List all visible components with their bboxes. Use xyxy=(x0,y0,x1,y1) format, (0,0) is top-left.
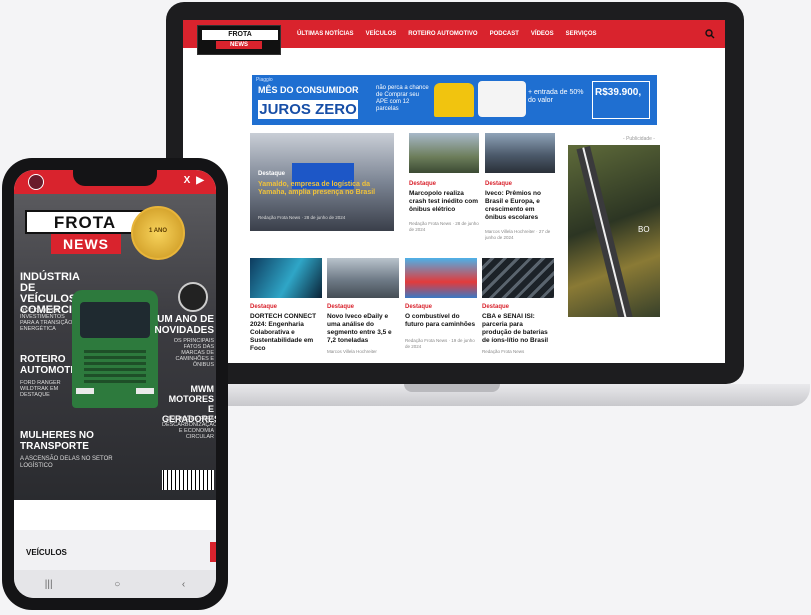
cover-headline-um-ano: UM ANO DE NOVIDADES xyxy=(154,314,214,336)
laptop-screen: ÚLTIMAS NOTÍCIAS VEÍCULOS ROTEIRO AUTOMO… xyxy=(183,20,725,363)
section-accent-bar xyxy=(210,542,216,562)
phone-frame: X ▶ FROTA NEWS 1 ANO INDÚSTRIA DE VEÍCUL… xyxy=(2,158,228,610)
article-title[interactable]: O combustível do futuro para caminhões xyxy=(405,313,477,329)
article-card[interactable]: Destaque Iveco: Prêmios no Brasil e Euro… xyxy=(485,133,555,253)
ad-text: BO xyxy=(638,225,650,234)
article-meta: Marcos Villela Hochreiter · 27 de junho … xyxy=(485,229,551,240)
phone-screen: X ▶ FROTA NEWS 1 ANO INDÚSTRIA DE VEÍCUL… xyxy=(14,170,216,598)
article-meta: Marcos Villela Hochreiter xyxy=(327,349,377,354)
featured-tag: Destaque xyxy=(258,171,286,177)
featured-title[interactable]: Yamaldo, empresa de logística da Yamaha,… xyxy=(258,181,388,197)
banner-juros-zero: JUROS ZERO xyxy=(258,100,358,119)
nav-item-roteiro-automotivo[interactable]: ROTEIRO AUTOMOTIVO xyxy=(408,31,477,37)
seal-text: 1 ANO xyxy=(148,228,168,234)
cover-barcode xyxy=(162,470,214,490)
truck-headlight xyxy=(136,388,154,394)
article-thumbnail xyxy=(485,133,555,173)
article-meta: Redação Frota News · 28 de junho de 2024 xyxy=(409,221,479,232)
banner-brand: Piaggio xyxy=(256,77,273,83)
home-icon[interactable]: ○ xyxy=(114,579,120,590)
article-tag: Destaque xyxy=(485,181,513,187)
article-card[interactable]: Destaque DORTECH CONNECT 2024: Engenhari… xyxy=(250,258,322,363)
cover-sub-um-ano: OS PRINCIPAIS FATOS DAS MARCAS DE CAMINH… xyxy=(173,338,214,368)
nav-item-videos[interactable]: VÍDEOS xyxy=(531,31,554,37)
cover-sub-mwm: SOLUÇÕES PARA DESCARBONIZAÇÃO E ECONOMIA… xyxy=(162,416,216,440)
cover-title-news: NEWS xyxy=(51,234,121,254)
phone-site-logo[interactable] xyxy=(28,174,44,190)
section-label-veiculos[interactable]: VEÍCULOS xyxy=(26,548,67,557)
article-tag: Destaque xyxy=(327,304,355,310)
social-icons: X ▶ xyxy=(184,175,204,186)
banner-headline: MÊS DO CONSUMIDOR xyxy=(258,85,359,95)
article-title[interactable]: Iveco: Prêmios no Brasil e Europa, e cre… xyxy=(485,190,555,222)
nav-item-veiculos[interactable]: VEÍCULOS xyxy=(366,31,397,37)
ad-banner-piaggio[interactable]: Piaggio MÊS DO CONSUMIDOR JUROS ZERO não… xyxy=(252,75,657,125)
featured-meta: Redação Frota News · 28 de junho de 2024 xyxy=(258,215,346,220)
article-meta: Redação Frota News xyxy=(482,349,525,354)
logo-text-news: NEWS xyxy=(216,41,262,49)
phone-section-header: VEÍCULOS xyxy=(14,530,216,570)
nav-item-servicos[interactable]: SERVIÇOS xyxy=(566,31,597,37)
logo-text-frota: FROTA xyxy=(202,30,278,40)
article-thumbnail xyxy=(482,258,554,298)
article-meta: Redação Frota News · 19 de junho de 2024 xyxy=(405,338,475,349)
youtube-icon[interactable]: ▶ xyxy=(196,175,204,186)
article-thumbnail xyxy=(250,258,322,298)
article-thumbnail xyxy=(327,258,399,298)
article-card[interactable]: Destaque CBA e SENAI ISI: parceria para … xyxy=(482,258,554,363)
article-title[interactable]: CBA e SENAI ISI: parceria para produção … xyxy=(482,313,554,345)
phone-notch xyxy=(73,170,157,186)
laptop-notch xyxy=(404,384,500,392)
article-title[interactable]: Novo Iveco eDaily e uma análise do segme… xyxy=(327,313,399,345)
cover-sub-mulheres: A ASCENSÃO DELAS NO SETOR LOGÍSTICO xyxy=(20,456,113,469)
banner-vehicle-image-2 xyxy=(478,81,526,117)
truck-windshield xyxy=(80,302,150,338)
back-icon[interactable]: ‹ xyxy=(182,579,185,590)
nav-item-podcast[interactable]: PODCAST xyxy=(490,31,519,37)
cover-sub-roteiro: FORD RANGER WILDTRAK EM DESTAQUE xyxy=(20,380,61,398)
article-thumbnail xyxy=(405,258,477,298)
banner-vehicle-image xyxy=(434,83,474,117)
cover-truck-image xyxy=(72,290,158,408)
cover-headline-mulheres: MULHERES NO TRANSPORTE xyxy=(20,430,94,452)
article-tag: Destaque xyxy=(405,304,433,310)
sidebar-ad[interactable]: BO xyxy=(568,145,660,317)
recent-apps-icon[interactable]: ||| xyxy=(45,579,53,590)
cover-title-frota: FROTA xyxy=(25,210,145,234)
article-card[interactable]: Destaque Marcopolo realiza crash test in… xyxy=(409,133,479,243)
banner-price: R$39.900, xyxy=(592,81,650,119)
phone-content-gap xyxy=(14,500,216,530)
banner-entrada: + entrada de 50% do valor xyxy=(528,89,584,104)
ad-label: - Publicidade - xyxy=(623,136,655,142)
search-icon[interactable] xyxy=(705,29,715,39)
x-social-icon[interactable]: X xyxy=(184,175,191,186)
article-tag: Destaque xyxy=(482,304,510,310)
mockup-stage: ÚLTIMAS NOTÍCIAS VEÍCULOS ROTEIRO AUTOMO… xyxy=(0,0,811,615)
article-card[interactable]: Destaque O combustível do futuro para ca… xyxy=(405,258,477,363)
truck-grill xyxy=(84,350,146,386)
article-tag: Destaque xyxy=(250,304,278,310)
cover-badge-image xyxy=(178,282,208,312)
anniversary-seal: 1 ANO xyxy=(131,206,185,260)
featured-article[interactable]: Destaque Yamaldo, empresa de logística d… xyxy=(250,133,394,231)
nav-menu: ÚLTIMAS NOTÍCIAS VEÍCULOS ROTEIRO AUTOMO… xyxy=(297,20,597,48)
article-tag: Destaque xyxy=(409,181,437,187)
article-thumbnail xyxy=(409,133,479,173)
android-nav-bar: ||| ○ ‹ xyxy=(14,570,216,598)
article-title[interactable]: DORTECH CONNECT 2024: Engenharia Colabor… xyxy=(250,313,322,353)
laptop-base xyxy=(198,384,810,406)
article-card[interactable]: Destaque Novo Iveco eDaily e uma análise… xyxy=(327,258,399,363)
site-logo[interactable]: FROTA NEWS xyxy=(197,25,281,55)
nav-item-ultimas-noticias[interactable]: ÚLTIMAS NOTÍCIAS xyxy=(297,31,354,37)
article-title[interactable]: Marcopolo realiza crash test inédito com… xyxy=(409,190,479,214)
truck-headlight xyxy=(76,388,94,394)
cover-sub-industria: OS CICLOS DE INVESTIMENTOS PARA A TRANSI… xyxy=(20,308,73,332)
banner-offer: não perca a chance de Comprar seu APE co… xyxy=(376,85,429,112)
magazine-cover[interactable]: FROTA NEWS 1 ANO INDÚSTRIA DE VEÍCULOS C… xyxy=(14,194,216,500)
